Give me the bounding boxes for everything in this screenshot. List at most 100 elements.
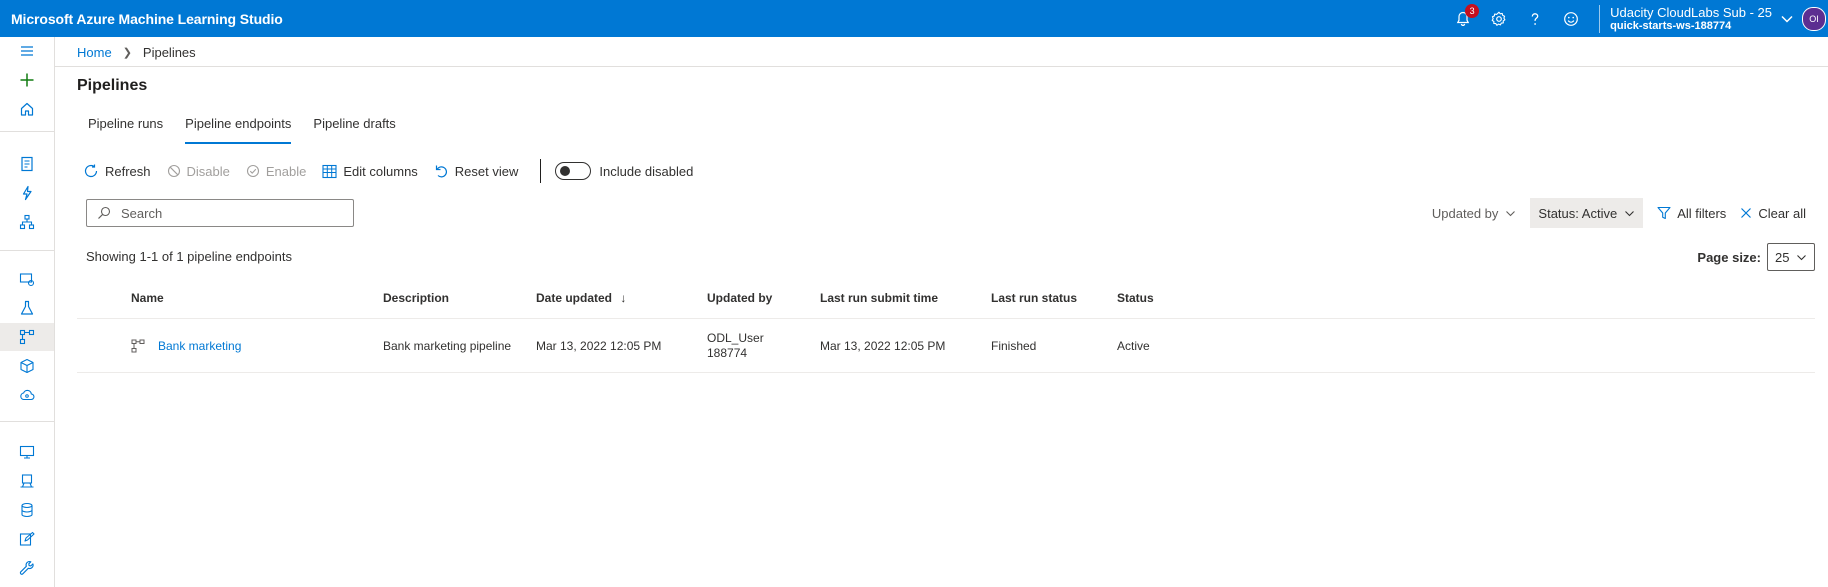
refresh-button[interactable]: Refresh <box>83 163 151 179</box>
column-header-last-run-submit-time[interactable]: Last run submit time <box>820 284 938 318</box>
updated-by-cell: ODL_User 188774 <box>707 319 764 372</box>
nav-data-labeling[interactable] <box>0 525 54 553</box>
notification-count-badge: 3 <box>1465 4 1480 18</box>
command-bar: Refresh Disable Enable Edit columns Rese… <box>83 159 693 183</box>
column-header-status[interactable]: Status <box>1117 284 1154 318</box>
search-icon <box>97 206 111 220</box>
toolbar-divider <box>540 159 542 183</box>
nav-divider <box>0 421 54 422</box>
gear-icon <box>1491 11 1506 26</box>
nav-notebooks[interactable] <box>0 150 54 178</box>
nav-experiments[interactable] <box>0 294 54 322</box>
enable-button[interactable]: Enable <box>246 164 306 179</box>
left-nav <box>0 37 55 587</box>
clear-all-button[interactable]: Clear all <box>1740 206 1806 221</box>
hamburger-menu-button[interactable] <box>0 37 54 65</box>
wrench-icon <box>19 560 34 575</box>
disable-label: Disable <box>186 163 230 179</box>
updated-by-filter[interactable]: Updated by <box>1432 206 1517 221</box>
tab-pipeline-runs[interactable]: Pipeline runs <box>77 112 174 144</box>
disable-button[interactable]: Disable <box>167 164 230 179</box>
avatar[interactable]: OI <box>1802 6 1826 31</box>
account-dropdown-button[interactable] <box>1772 12 1802 26</box>
settings-button[interactable] <box>1481 0 1517 37</box>
flask-icon <box>20 300 34 315</box>
clear-all-label: Clear all <box>1758 205 1806 221</box>
page-size-value: 25 <box>1775 249 1790 265</box>
nav-endpoints[interactable] <box>0 381 54 409</box>
top-bar: Microsoft Azure Machine Learning Studio … <box>0 0 1828 37</box>
chevron-right-icon: ❯ <box>122 46 132 59</box>
account-switcher[interactable]: Udacity CloudLabs Sub - 25 quick-starts-… <box>1599 4 1772 33</box>
feedback-button[interactable] <box>1553 0 1589 37</box>
cube-icon <box>20 358 34 374</box>
nav-compute[interactable] <box>0 438 54 466</box>
edit-icon <box>19 531 35 546</box>
search-box[interactable] <box>86 199 354 227</box>
notifications-button[interactable]: 3 <box>1445 0 1481 37</box>
reset-view-label: Reset view <box>454 163 519 179</box>
home-icon <box>20 102 34 116</box>
column-header-updated-by[interactable]: Updated by <box>707 284 772 318</box>
column-header-date-updated[interactable]: Date updated ↓ <box>536 284 626 318</box>
all-filters-button[interactable]: All filters <box>1657 206 1726 221</box>
pipeline-endpoints-table: Name Description Date updated ↓ Updated … <box>77 284 1815 373</box>
create-new-button[interactable] <box>0 66 54 94</box>
filter-bar: Updated by Status: Active All filters Cl… <box>1418 198 1806 228</box>
reset-view-button[interactable]: Reset view <box>434 163 519 179</box>
tab-pipeline-drafts[interactable]: Pipeline drafts <box>302 112 406 144</box>
breadcrumb-home[interactable]: Home <box>77 45 112 60</box>
data-labeling-icon <box>19 273 35 287</box>
page-size-dropdown[interactable]: 25 <box>1767 243 1815 271</box>
pipeline-icon <box>19 329 35 345</box>
check-circle-icon <box>246 164 260 178</box>
tab-pipeline-endpoints[interactable]: Pipeline endpoints <box>174 112 302 144</box>
undo-icon <box>434 164 449 179</box>
column-header-last-run-status[interactable]: Last run status <box>991 284 1077 318</box>
breadcrumb-current: Pipelines <box>142 44 196 60</box>
nav-divider <box>0 250 54 251</box>
nav-environments[interactable] <box>0 467 54 495</box>
nav-datastores[interactable] <box>0 496 54 524</box>
question-icon <box>1531 12 1539 25</box>
refresh-label: Refresh <box>105 163 151 179</box>
hamburger-icon <box>21 46 33 56</box>
refresh-icon <box>83 163 99 179</box>
last-run-submit-time-cell: Mar 13, 2022 12:05 PM <box>820 338 946 353</box>
search-input[interactable] <box>119 204 323 222</box>
toggle-knob <box>560 166 571 176</box>
updated-by-filter-label: Updated by <box>1431 205 1499 221</box>
chevron-down-icon <box>1505 208 1516 219</box>
help-button[interactable] <box>1517 0 1553 37</box>
chevron-down-icon <box>1624 208 1635 219</box>
chevron-down-icon <box>1797 254 1806 260</box>
nav-designer[interactable] <box>0 208 54 236</box>
include-disabled-toggle[interactable] <box>555 162 592 180</box>
nav-pipelines[interactable] <box>0 323 54 351</box>
table-row[interactable]: Bank marketing Bank marketing pipeline M… <box>77 319 1815 373</box>
tab-bar: Pipeline runs Pipeline endpoints Pipelin… <box>77 112 407 144</box>
updated-by-user: ODL_User <box>707 330 764 345</box>
nav-linked-services[interactable] <box>0 554 54 582</box>
date-updated-cell: Mar 13, 2022 12:05 PM <box>536 338 662 353</box>
notebook-icon <box>21 156 33 172</box>
pipeline-name-link[interactable]: Bank marketing <box>158 319 241 372</box>
cloud-icon <box>20 389 35 401</box>
lightning-icon <box>22 185 32 201</box>
app-title[interactable]: Microsoft Azure Machine Learning Studio <box>11 11 283 27</box>
page-title: Pipelines <box>77 77 148 94</box>
database-icon <box>21 502 33 518</box>
workspace-name: quick-starts-ws-188774 <box>1610 19 1732 32</box>
plus-icon <box>20 73 34 87</box>
edit-columns-button[interactable]: Edit columns <box>322 163 418 179</box>
nav-data[interactable] <box>0 265 54 293</box>
nav-home[interactable] <box>0 95 54 123</box>
status-filter[interactable]: Status: Active <box>1530 198 1644 228</box>
date-updated-header-label: Date updated <box>536 291 613 305</box>
nav-automated-ml[interactable] <box>0 179 54 207</box>
edit-columns-label: Edit columns <box>343 163 418 179</box>
column-header-description[interactable]: Description <box>383 284 449 318</box>
column-header-name[interactable]: Name <box>131 284 164 318</box>
filter-icon <box>1657 206 1671 220</box>
nav-models[interactable] <box>0 352 54 380</box>
